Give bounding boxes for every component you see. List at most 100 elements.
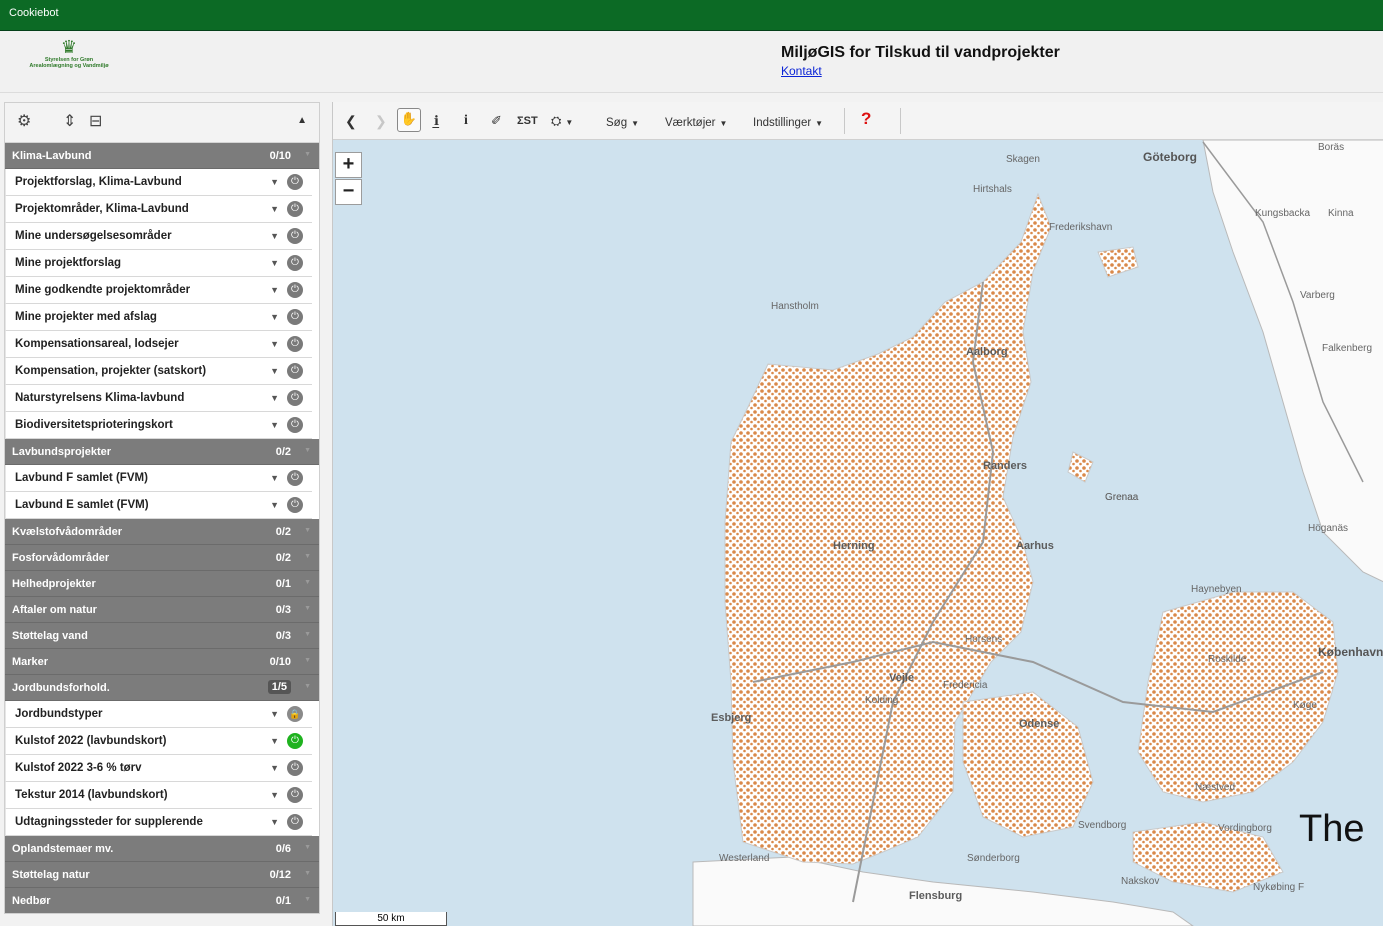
- layer-group[interactable]: Fosforvådområder 0/2 ▼: [5, 545, 319, 571]
- layer-item-label: Naturstyrelsens Klima-lavbund: [15, 392, 185, 404]
- chevron-down-icon[interactable]: ▼: [270, 177, 279, 187]
- chevron-down-icon[interactable]: ▼: [270, 500, 279, 510]
- layers-tool-icon[interactable]: ⛭ ▼: [551, 111, 573, 133]
- layer-group[interactable]: Helhedprojekter 0/1 ▼: [5, 571, 319, 597]
- lock-icon[interactable]: 🔒: [287, 706, 303, 722]
- pan-hand-icon[interactable]: ✋: [397, 108, 421, 132]
- info-icon[interactable]: i: [464, 111, 468, 131]
- power-icon[interactable]: ⏻: [287, 787, 303, 803]
- map-canvas[interactable]: [333, 102, 1383, 926]
- forward-icon[interactable]: ❯: [375, 111, 387, 131]
- chevron-down-icon[interactable]: ▼: [270, 473, 279, 483]
- back-icon[interactable]: ❮: [345, 111, 357, 131]
- layer-group[interactable]: Klima-Lavbund 0/10 ▼: [5, 143, 319, 169]
- chevron-down-icon[interactable]: ▼: [270, 790, 279, 800]
- power-icon[interactable]: ⏻: [287, 760, 303, 776]
- coordinate-icon[interactable]: ΣST: [517, 111, 538, 131]
- power-icon[interactable]: ⏻: [287, 417, 303, 433]
- help-icon[interactable]: ?: [861, 109, 871, 129]
- power-icon[interactable]: ⏻: [287, 228, 303, 244]
- layer-group[interactable]: Nedbør 0/1 ▼: [5, 888, 319, 913]
- layer-item-label: Lavbund F samlet (FVM): [15, 472, 148, 484]
- map-place-label: Roskilde: [1208, 654, 1247, 665]
- layer-group[interactable]: Støttelag natur 0/12 ▼: [5, 862, 319, 888]
- expand-collapse-icon[interactable]: ⇕: [63, 112, 76, 132]
- power-icon[interactable]: ⏻: [287, 814, 303, 830]
- search-menu[interactable]: Søg ▼: [606, 113, 639, 134]
- power-icon[interactable]: ⏻: [287, 390, 303, 406]
- layer-item[interactable]: Projektforslag, Klima-Lavbund ▼ ⏻: [5, 169, 312, 196]
- layer-group[interactable]: Lavbundsprojekter 0/2 ▼: [5, 439, 319, 465]
- layer-item[interactable]: Mine undersøgelsesområder ▼ ⏻: [5, 223, 312, 250]
- chevron-down-icon[interactable]: ▼: [270, 231, 279, 241]
- chevron-down-icon[interactable]: ▼: [270, 393, 279, 403]
- map-place-label: Randers: [983, 460, 1028, 472]
- layer-item[interactable]: Udtagningssteder for supplerende ▼ ⏻: [5, 809, 312, 836]
- zoom-out-button[interactable]: −: [335, 179, 362, 205]
- map-view[interactable]: ❮ ❯ ✋ ℹ̲ i ✐ ΣST ⛭ ▼ Søg ▼ Værktøjer ▼ Inds…: [332, 102, 1383, 926]
- layer-item[interactable]: Kompensation, projekter (satskort) ▼ ⏻: [5, 358, 312, 385]
- chevron-down-icon[interactable]: ▼: [270, 736, 279, 746]
- map-place-label: Kolding: [865, 695, 899, 706]
- zoom-in-button[interactable]: +: [335, 152, 362, 178]
- settings-menu[interactable]: Indstillinger ▼: [753, 113, 823, 134]
- chevron-down-icon: ▼: [304, 844, 311, 851]
- power-icon[interactable]: ⏻: [287, 255, 303, 271]
- map-place-label: Grenaa: [1105, 492, 1139, 503]
- layer-group[interactable]: Støttelag vand 0/3 ▼: [5, 623, 319, 649]
- layer-panel-toolbar: ⚙ ⇕ ⊟ ▲: [5, 103, 319, 143]
- layer-group-label: Jordbundsforhold.: [12, 682, 110, 694]
- map-place-label: Westerland: [719, 853, 770, 864]
- layer-item[interactable]: Projektområder, Klima-Lavbund ▼ ⏻: [5, 196, 312, 223]
- layer-item-label: Biodiversitetsprioteringskort: [15, 419, 173, 431]
- identify-icon[interactable]: ℹ̲: [434, 111, 439, 131]
- layer-item[interactable]: Kulstof 2022 (lavbundskort) ▼ ⏻: [5, 728, 312, 755]
- chevron-down-icon[interactable]: ▼: [270, 285, 279, 295]
- map-place-label: Frederikshavn: [1049, 222, 1113, 233]
- chevron-down-icon[interactable]: ▼: [270, 817, 279, 827]
- layer-group[interactable]: Marker 0/10 ▼: [5, 649, 319, 675]
- chevron-down-icon[interactable]: ▼: [270, 420, 279, 430]
- power-icon[interactable]: ⏻: [287, 201, 303, 217]
- layer-item[interactable]: Jordbundstyper ▼ 🔒: [5, 701, 312, 728]
- chevron-down-icon[interactable]: ▼: [270, 258, 279, 268]
- layer-group[interactable]: Oplandstemaer mv. 0/6 ▼: [5, 836, 319, 862]
- layer-item[interactable]: Mine godkendte projektområder ▼ ⏻: [5, 277, 312, 304]
- layer-item-label: Mine projekter med afslag: [15, 311, 157, 323]
- layer-item-label: Udtagningssteder for supplerende: [15, 816, 203, 828]
- layer-item[interactable]: Tekstur 2014 (lavbundskort) ▼ ⏻: [5, 782, 312, 809]
- power-icon[interactable]: ⏻: [287, 282, 303, 298]
- chevron-down-icon[interactable]: ▼: [270, 312, 279, 322]
- layer-item[interactable]: Lavbund E samlet (FVM) ▼ ⏻: [5, 492, 312, 519]
- layer-item[interactable]: Naturstyrelsens Klima-lavbund ▼ ⏻: [5, 385, 312, 412]
- power-icon[interactable]: ⏻: [287, 174, 303, 190]
- chevron-down-icon: ▼: [631, 119, 640, 128]
- chevron-down-icon[interactable]: ▼: [270, 366, 279, 376]
- power-icon[interactable]: ⏻: [287, 733, 303, 749]
- measure-icon[interactable]: ✐: [491, 111, 502, 131]
- power-icon[interactable]: ⏻: [287, 309, 303, 325]
- layer-group[interactable]: Jordbundsforhold. 1/5 ▼: [5, 675, 319, 701]
- gear-icon[interactable]: ⚙: [17, 112, 31, 132]
- chevron-down-icon[interactable]: ▼: [270, 709, 279, 719]
- power-icon[interactable]: ⏻: [287, 470, 303, 486]
- layer-item[interactable]: Mine projektforslag ▼ ⏻: [5, 250, 312, 277]
- layer-item[interactable]: Lavbund F samlet (FVM) ▼ ⏻: [5, 465, 312, 492]
- tools-menu[interactable]: Værktøjer ▼: [665, 113, 727, 134]
- layer-group[interactable]: Kvælstofvådområder 0/2 ▼: [5, 519, 319, 545]
- layer-item[interactable]: Mine projekter med afslag ▼ ⏻: [5, 304, 312, 331]
- chevron-down-icon[interactable]: ▼: [270, 339, 279, 349]
- power-icon[interactable]: ⏻: [287, 497, 303, 513]
- layer-group[interactable]: Aftaler om natur 0/3 ▼: [5, 597, 319, 623]
- contact-link[interactable]: Kontakt: [781, 64, 822, 78]
- layer-item[interactable]: Kompensationsareal, lodsejer ▼ ⏻: [5, 331, 312, 358]
- chevron-down-icon[interactable]: ▼: [270, 763, 279, 773]
- layer-item[interactable]: Kulstof 2022 3-6 % tørv ▼ ⏻: [5, 755, 312, 782]
- power-icon[interactable]: ⏻: [287, 336, 303, 352]
- select-layers-icon[interactable]: ⊟: [89, 112, 102, 132]
- chevron-down-icon[interactable]: ▼: [270, 204, 279, 214]
- cookiebot-bar[interactable]: Cookiebot: [0, 0, 1383, 31]
- power-icon[interactable]: ⏻: [287, 363, 303, 379]
- collapse-panel-icon[interactable]: ▲: [297, 115, 307, 126]
- layer-item[interactable]: Biodiversitetsprioteringskort ▼ ⏻: [5, 412, 312, 439]
